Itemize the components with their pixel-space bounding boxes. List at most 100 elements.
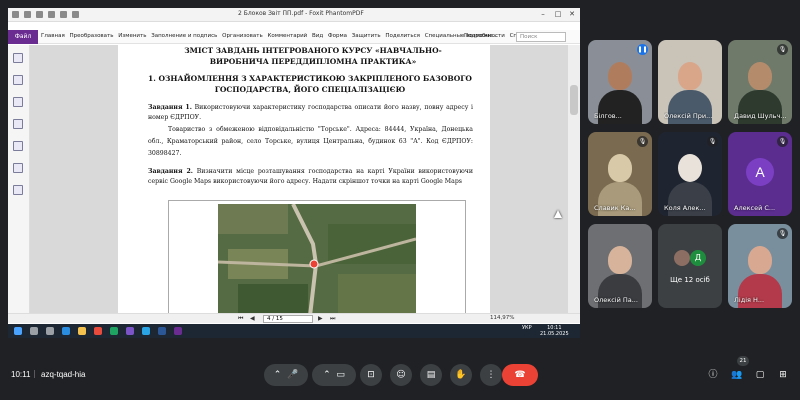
- mic-off-icon: 🎙: [777, 44, 788, 55]
- task-1-paragraph: Завдання 1. Використовуючи характеристик…: [148, 103, 473, 122]
- tell-me-link[interactable]: Подробне...: [464, 33, 498, 39]
- chevron-up-icon[interactable]: ⌃: [274, 370, 282, 380]
- present-button[interactable]: ⊡: [360, 364, 382, 386]
- speaking-indicator-icon: ❚❚: [637, 44, 648, 55]
- avatar: [674, 250, 690, 266]
- document-title: ЗМІСТ ЗАВДАНЬ ІНТЕГРОВАНОГО КУРСУ «НАВЧА…: [184, 46, 442, 66]
- participant-name: Білгов...: [594, 112, 622, 120]
- participant-tile[interactable]: Олексій При...: [658, 40, 722, 124]
- layers-icon[interactable]: [13, 163, 23, 173]
- menu-comment[interactable]: Комментарий: [267, 33, 307, 39]
- company-paragraph: Товариство з обмеженою відповідальністю …: [148, 126, 473, 157]
- zoom-level[interactable]: 114,97%: [490, 315, 514, 321]
- hand-tool-icon[interactable]: [13, 53, 23, 63]
- microphone-button[interactable]: ⌃ 🎤: [264, 364, 308, 386]
- activities-icon[interactable]: ⊞: [774, 366, 792, 384]
- raise-hand-button[interactable]: ✋: [450, 364, 472, 386]
- participant-video: [678, 154, 702, 182]
- participant-tile[interactable]: Олексій Па...: [588, 224, 652, 308]
- menu-fill-sign[interactable]: Заполнение и подпись: [151, 33, 217, 39]
- next-page-icon[interactable]: ▶: [318, 315, 323, 322]
- pdf-page: ЗМІСТ ЗАВДАНЬ ІНТЕГРОВАНОГО КУРСУ «НАВЧА…: [118, 45, 490, 313]
- print-icon[interactable]: [48, 11, 55, 18]
- chat-icon[interactable]: ▢: [751, 366, 769, 384]
- menu-edit[interactable]: Изменить: [118, 33, 146, 39]
- participant-tile[interactable]: 🎙 Коля Алек...: [658, 132, 722, 216]
- first-page-icon[interactable]: ⏮: [238, 315, 243, 323]
- search-input[interactable]: Поиск: [516, 32, 566, 42]
- satellite-map-image: [218, 204, 416, 313]
- minimize-icon[interactable]: –: [538, 10, 548, 19]
- start-icon[interactable]: [14, 327, 22, 335]
- chrome-icon[interactable]: [94, 327, 102, 335]
- participant-tile[interactable]: 🎙 Славик Ка...: [588, 132, 652, 216]
- chevron-up-icon[interactable]: ⌃: [323, 370, 331, 380]
- section-heading: 1. ОЗНАЙОМЛЕННЯ З ХАРАКТЕРИСТИКОЮ ЗАКРІП…: [148, 74, 472, 94]
- meeting-separator: |: [33, 369, 36, 378]
- meeting-info-icon[interactable]: ⓘ: [704, 366, 722, 384]
- vertical-scrollbar[interactable]: [568, 45, 580, 313]
- undo-icon[interactable]: [60, 11, 67, 18]
- prev-page-icon[interactable]: ◀: [250, 315, 255, 322]
- attachments-icon[interactable]: [13, 141, 23, 151]
- menu-convert[interactable]: Преобразовать: [70, 33, 114, 39]
- menu-protect[interactable]: Защитить: [352, 33, 381, 39]
- menu-share[interactable]: Поделиться: [385, 33, 420, 39]
- window-title: 2 Блоков Звіт ПП.pdf - Foxit PhantomPDF: [238, 10, 364, 17]
- people-icon[interactable]: 👥: [728, 366, 746, 384]
- menu-organize[interactable]: Организовать: [222, 33, 263, 39]
- viber-icon[interactable]: [126, 327, 134, 335]
- participant-tile[interactable]: ❚❚ Білгов...: [588, 40, 652, 124]
- reactions-button[interactable]: ☺: [390, 364, 412, 386]
- participant-name: Коля Алек...: [664, 204, 706, 212]
- word-icon[interactable]: [158, 327, 166, 335]
- task-2-paragraph: Завдання 2. Визначити місце розташування…: [148, 167, 473, 186]
- pages-icon[interactable]: [13, 75, 23, 85]
- task-view-icon[interactable]: [46, 327, 54, 335]
- explorer-icon[interactable]: [78, 327, 86, 335]
- more-options-button[interactable]: ⋮: [480, 364, 502, 386]
- menu-home[interactable]: Главная: [41, 33, 65, 39]
- open-icon[interactable]: [24, 11, 31, 18]
- captions-icon: ▤: [426, 370, 436, 380]
- left-toolbar: [8, 45, 30, 313]
- camera-button[interactable]: ⌃ ▭: [312, 364, 356, 386]
- foxit-icon[interactable]: [174, 327, 182, 335]
- menu-form[interactable]: Форма: [328, 33, 347, 39]
- taskbar-clock[interactable]: 10:11 21.05.2025: [540, 325, 569, 337]
- signatures-icon[interactable]: [13, 185, 23, 195]
- save-icon[interactable]: [36, 11, 43, 18]
- input-language[interactable]: УКР: [522, 325, 532, 331]
- close-icon[interactable]: ✕: [567, 10, 577, 19]
- scrollbar-thumb[interactable]: [570, 85, 578, 115]
- mic-off-icon: 🎙: [637, 136, 648, 147]
- last-page-icon[interactable]: ⏭: [330, 315, 335, 323]
- more-participants-tile[interactable]: Д Ще 12 осіб: [658, 224, 722, 308]
- mic-off-icon: 🎙: [777, 136, 788, 147]
- participant-video: [748, 62, 772, 90]
- participant-tile[interactable]: 🎙 Давид Шульч...: [728, 40, 792, 124]
- mic-off-icon: 🎙: [707, 136, 718, 147]
- telegram-icon[interactable]: [142, 327, 150, 335]
- leave-call-button[interactable]: ☎: [502, 364, 538, 386]
- edge-icon[interactable]: [62, 327, 70, 335]
- map-screenshot-frame: [168, 200, 466, 313]
- avatar: Д: [690, 250, 706, 266]
- hang-up-icon: ☎: [514, 370, 526, 380]
- camera-icon: ▭: [336, 370, 345, 380]
- menu-view[interactable]: Вид: [312, 33, 323, 39]
- maximize-icon[interactable]: □: [553, 10, 563, 19]
- file-menu-button[interactable]: Файл: [8, 30, 38, 44]
- search-icon[interactable]: [30, 327, 38, 335]
- comments-icon[interactable]: [13, 119, 23, 129]
- pdf-title-bar: 2 Блоков Звіт ПП.pdf - Foxit PhantomPDF …: [8, 8, 580, 22]
- participant-video: [608, 62, 632, 90]
- participant-tile[interactable]: 🎙 Лідія Н...: [728, 224, 792, 308]
- redo-icon[interactable]: [72, 11, 79, 18]
- bookmarks-icon[interactable]: [13, 97, 23, 107]
- task-2-label: Завдання 2.: [148, 168, 193, 175]
- page-number-input[interactable]: 4 / 15: [263, 315, 313, 323]
- captions-button[interactable]: ▤: [420, 364, 442, 386]
- excel-icon[interactable]: [110, 327, 118, 335]
- participant-tile[interactable]: A 🎙 Алексей С...: [728, 132, 792, 216]
